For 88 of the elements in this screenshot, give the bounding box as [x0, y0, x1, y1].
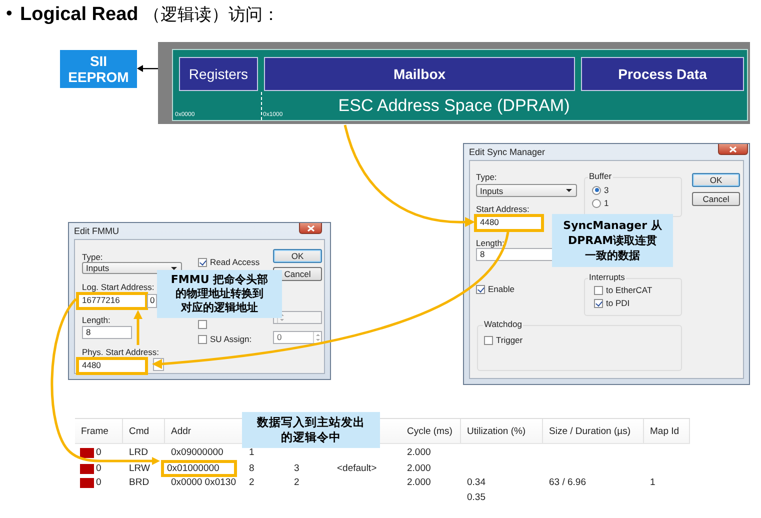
field-label: Length:: [82, 315, 110, 325]
column-header[interactable]: Size / Duration (µs): [543, 419, 644, 443]
table-cell-text: 0x09000000: [170, 446, 224, 460]
slide-heading: Logical Read （逻辑读）访问：: [20, 3, 280, 26]
table-cell-text: 1: [649, 476, 656, 490]
field-label: Start Address:: [476, 204, 530, 214]
address-space-label: ESC Address Space (DPRAM): [338, 96, 570, 116]
table-cell-text: <default>: [336, 462, 378, 476]
table-cell-text: 0.35: [466, 491, 486, 505]
dropdown[interactable]: Inputs: [476, 184, 577, 197]
table-cell: 0x01000000: [161, 460, 237, 477]
checkbox-label: SU Assign:: [210, 334, 252, 344]
field-value: 0: [277, 332, 282, 343]
checkbox-label: Enable: [488, 284, 514, 294]
memory-block: Mailbox: [264, 57, 575, 91]
callout-text: 对应的逻辑地址: [181, 301, 258, 315]
spin-arrows-icon: [313, 332, 321, 343]
input-field[interactable]: 8: [82, 326, 132, 339]
column-header[interactable]: Frame: [75, 419, 123, 443]
checkbox-label: Read Access: [210, 257, 260, 267]
bullet: •: [6, 3, 12, 24]
window-title: Edit FMMU: [74, 226, 119, 236]
callout-text: 数据写入到主站发出: [257, 415, 365, 430]
spin-field[interactable]: [273, 311, 322, 324]
radio-label: 1: [604, 198, 609, 208]
callout-text: 的逻辑令中: [281, 430, 341, 445]
group-label: Interrupts: [588, 272, 626, 282]
callout-text: 的物理地址转换到: [176, 287, 264, 301]
table-cell-text: BRD: [128, 476, 150, 490]
dialog-button[interactable]: OK: [273, 249, 322, 263]
checkbox[interactable]: [198, 320, 207, 329]
table-cell-text: LRW: [128, 462, 151, 476]
dropdown-value: Inputs: [480, 186, 504, 196]
table-cell: 0: [96, 447, 102, 458]
checkbox-label: Trigger: [496, 335, 523, 345]
close-icon: [306, 224, 314, 232]
eeprom-block: SII EEPROM: [60, 50, 137, 88]
callout-text: FMMU 把命令头部: [170, 273, 268, 287]
input-field[interactable]: 0: [147, 294, 157, 308]
column-header[interactable]: Map Id: [644, 419, 690, 443]
close-button[interactable]: [299, 223, 322, 234]
callout-text: SyncManager 从: [563, 218, 662, 233]
input-field[interactable]: 4480: [474, 214, 544, 232]
table-cell-text: 0x0000 0x0130: [170, 476, 237, 490]
table-cell-text: LRD: [128, 446, 150, 460]
spin-field[interactable]: 0: [273, 331, 322, 344]
field-label: Length:: [476, 238, 504, 248]
column-header[interactable]: Cycle (ms): [401, 419, 461, 443]
caret-icon: [566, 189, 572, 192]
window-title: Edit Sync Manager: [469, 147, 546, 157]
group-label: Buffer: [588, 171, 613, 181]
table-cell-text: 3: [293, 462, 300, 476]
dropdown-value: Inputs: [86, 263, 110, 273]
dialog-button[interactable]: OK: [692, 173, 740, 187]
table-cell-text: 2.000: [406, 476, 432, 490]
table-cell-text: 63 / 6.96: [548, 476, 587, 490]
checkbox-label: to EtherCAT: [606, 285, 652, 295]
memory-block: Registers: [179, 57, 258, 91]
memory-block: Process Data: [581, 57, 744, 91]
table-cell: 0: [96, 463, 102, 474]
column-header[interactable]: Cmd: [123, 419, 165, 443]
radio-label: 3: [604, 185, 609, 195]
close-icon: [729, 146, 737, 152]
input-field[interactable]: 4480: [76, 357, 148, 375]
table-cell-text: 2: [293, 476, 300, 490]
dialog-button[interactable]: Cancel: [692, 192, 740, 206]
table-cell-text: 2.000: [406, 462, 432, 476]
frame-icon: [80, 448, 94, 458]
group-label: Watchdog: [483, 319, 523, 329]
field-label: Type:: [82, 252, 103, 262]
field-label: Log. Start Address:: [82, 282, 154, 292]
input-field[interactable]: 16777216: [76, 292, 148, 310]
dropdown[interactable]: Inputs: [82, 262, 182, 274]
table-cell-text: 0.34: [466, 476, 486, 490]
column-header[interactable]: Utilization (%): [461, 419, 543, 443]
table-cell-text: 8: [248, 462, 256, 476]
table-cell: 0: [96, 477, 102, 488]
callout-text: 一致的数据: [585, 248, 640, 263]
table-cell-text: 1: [248, 446, 256, 460]
table-cell-text: 2.000: [406, 446, 432, 460]
close-button[interactable]: [718, 144, 748, 155]
field-label: Phys. Start Address:: [82, 347, 160, 357]
frame-icon: [80, 478, 94, 488]
checkbox-label: to PDI: [606, 298, 630, 308]
field-label: Type:: [476, 172, 497, 182]
table-cell-text: 2: [248, 476, 256, 490]
frame-icon: [80, 464, 94, 474]
callout-text: DPRAM读取连贯: [568, 233, 658, 248]
